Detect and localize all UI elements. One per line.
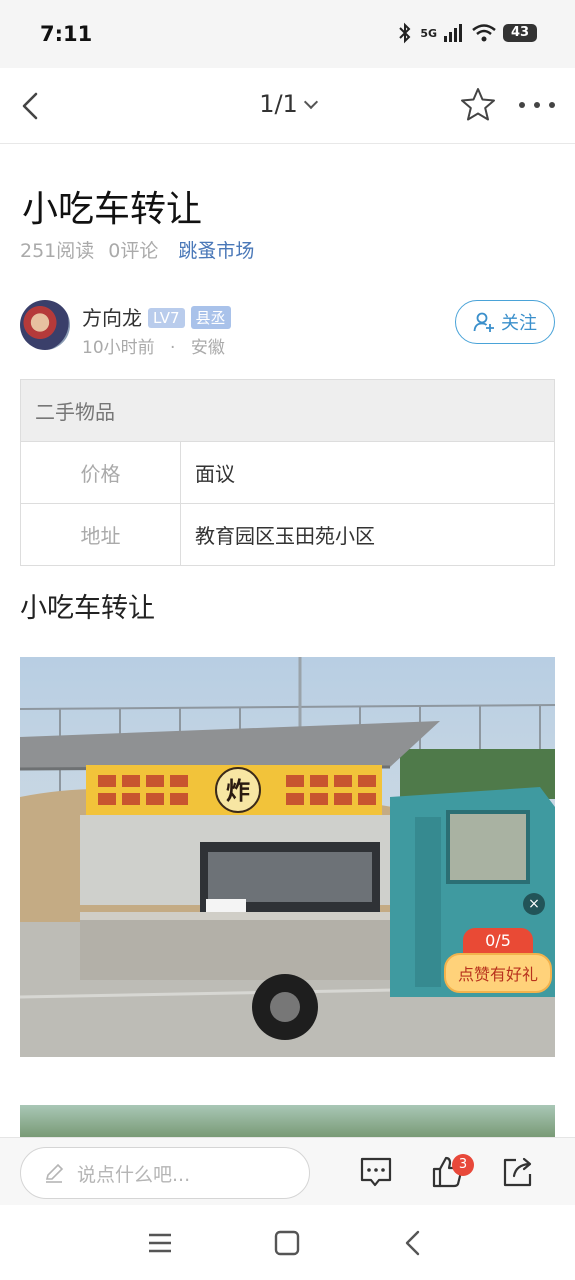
table-row: 地址 教育园区玉田苑小区 [20,503,555,566]
author-name[interactable]: 方向龙 [82,306,142,330]
menu-icon[interactable] [144,1227,176,1259]
follow-label: 关注 [501,313,537,334]
author-row: 方向龙 LV7 县丞 10小时前 · 安徽 关注 [20,300,555,360]
add-user-icon [473,312,494,332]
page-indicator-label: 1/1 [259,90,298,118]
level-badge: LV7 [148,308,185,328]
read-count: 251阅读 [20,240,95,262]
table-header: 二手物品 [20,379,555,442]
author-location: 安徽 [190,338,225,358]
post-meta: 251阅读 0评论 跳蚤市场 [20,236,268,263]
comment-icon[interactable] [358,1154,394,1190]
item-info-table: 二手物品 价格 面议 地址 教育园区玉田苑小区 [20,379,555,566]
system-nav-bar [0,1205,575,1280]
back-icon[interactable] [398,1227,430,1259]
price-key: 价格 [20,441,181,504]
home-icon[interactable] [271,1227,303,1259]
wifi-icon [472,24,496,42]
pencil-icon [45,1163,64,1183]
favorite-star-icon[interactable] [459,86,497,124]
network-type: 5G [420,26,437,40]
rank-badge: 县丞 [190,306,231,329]
meta-separator: · [170,338,176,358]
comment-placeholder: 说点什么吧... [77,1163,191,1186]
close-icon[interactable]: × [523,893,545,915]
author-name-row: 方向龙 LV7 县丞 [82,302,231,331]
status-icons: 5G 43 [396,22,537,44]
comment-count: 0评论 [108,240,159,262]
more-options-icon[interactable] [515,90,559,120]
reward-progress: 0/5 [463,928,533,953]
address-key: 地址 [20,503,181,566]
post-photo[interactable]: 炸 [20,657,555,1057]
table-header-row: 二手物品 [20,379,555,442]
sign-text: 炸 [226,777,250,805]
battery-indicator: 43 [503,24,537,42]
table-row: 价格 面议 [20,441,555,504]
like-count-badge: 3 [452,1154,474,1176]
reward-label: 点赞有好礼 [444,953,552,993]
cellular-signal-icon [444,24,462,42]
comment-input[interactable]: 说点什么吧... [20,1147,310,1199]
post-body-text: 小吃车转让 [20,593,155,624]
author-subinfo: 10小时前 · 安徽 [82,333,225,358]
status-time: 7:11 [40,22,93,46]
chevron-down-icon [303,94,318,110]
like-reward-widget[interactable]: × 0/5 点赞有好礼 [444,893,552,993]
share-icon[interactable] [500,1154,536,1190]
avatar[interactable] [20,300,70,350]
post-title: 小吃车转让 [22,189,203,230]
status-bar: 7:11 5G 43 [0,0,575,68]
top-nav: 1/1 [0,68,575,144]
follow-button[interactable]: 关注 [455,300,555,344]
post-time: 10小时前 [82,338,155,358]
bottom-action-bar: 说点什么吧... 3 [0,1137,575,1205]
snack-cart-photo: 炸 [20,657,555,1057]
category-link[interactable]: 跳蚤市场 [178,240,254,262]
address-value: 教育园区玉田苑小区 [180,503,555,566]
price-value: 面议 [180,441,555,504]
bluetooth-icon [399,22,411,44]
